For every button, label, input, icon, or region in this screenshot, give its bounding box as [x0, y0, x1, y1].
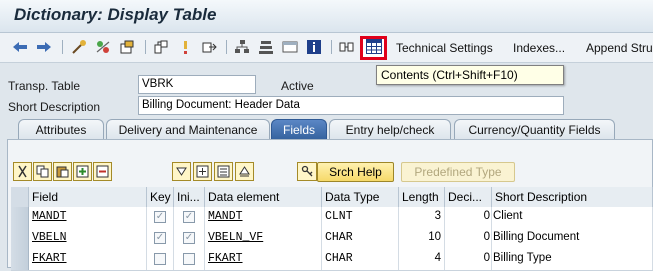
predefined-type-button[interactable]: Predefined Type	[401, 162, 515, 182]
initial-checkbox[interactable]	[183, 253, 195, 265]
window-icon[interactable]	[281, 38, 299, 56]
paste-icon[interactable]	[53, 162, 72, 181]
select-all-cell[interactable]	[11, 187, 29, 207]
column-header-key[interactable]: Key	[147, 187, 174, 207]
column-header-short-description[interactable]: Short Description	[492, 187, 653, 207]
data-type-cell: CLNT	[322, 207, 399, 228]
data-type-cell: CHAR	[322, 249, 399, 270]
contents-button[interactable]	[360, 36, 387, 60]
row-selector[interactable]	[11, 249, 29, 270]
short-description-label: Short Description	[8, 100, 101, 114]
row-selector[interactable]	[11, 207, 29, 228]
initial-checkbox[interactable]: ✓	[183, 211, 195, 223]
sort-icon[interactable]	[235, 162, 254, 181]
tab-entry-help-check[interactable]: Entry help/check	[329, 119, 451, 139]
info-icon[interactable]	[305, 38, 323, 56]
short-description-cell: Client	[492, 207, 653, 228]
length-cell: 3	[399, 207, 445, 228]
data-element-cell[interactable]: MANDT	[205, 207, 322, 228]
toolbar-separator	[331, 40, 332, 54]
tab-currency-quantity-fields[interactable]: Currency/Quantity Fields	[454, 119, 615, 139]
field-name-cell[interactable]: VBELN	[29, 228, 147, 249]
append-structure-button[interactable]: Append Stru	[586, 41, 653, 55]
table-row[interactable]: MANDT ✓ ✓ MANDT CLNT 3 0 Client	[11, 207, 653, 229]
key-checkbox[interactable]: ✓	[154, 211, 166, 223]
key-checkbox[interactable]: ✓	[154, 232, 166, 244]
tab-fields[interactable]: Fields	[271, 119, 327, 139]
toolbar-separator	[226, 40, 227, 54]
technical-settings-icon[interactable]	[338, 38, 356, 56]
initial-cell	[174, 249, 205, 270]
key-cell: ✓	[147, 207, 174, 228]
length-cell: 4	[399, 249, 445, 270]
decimals-cell: 0	[445, 228, 492, 249]
data-type-cell: CHAR	[322, 228, 399, 249]
initial-cell: ✓	[174, 228, 205, 249]
expand-icon[interactable]	[193, 162, 212, 181]
field-name-cell[interactable]: FKART	[29, 249, 147, 270]
contents-tooltip: Contents (Ctrl+Shift+F10)	[376, 65, 564, 85]
other-object-icon[interactable]	[70, 38, 88, 56]
key-checkbox[interactable]	[154, 253, 166, 265]
toolbar-separator	[145, 40, 146, 54]
back-icon[interactable]	[11, 38, 29, 56]
application-toolbar: Technical Settings Indexes... Append Str…	[0, 33, 653, 63]
field-name-cell[interactable]: MANDT	[29, 207, 147, 228]
transp-table-field[interactable]: VBRK	[138, 75, 256, 94]
tab-delivery-and-maintenance[interactable]: Delivery and Maintenance	[106, 119, 270, 139]
initial-checkbox[interactable]: ✓	[183, 232, 195, 244]
copy-icon[interactable]	[33, 162, 52, 181]
length-cell: 10	[399, 228, 445, 249]
toolbar-separator	[62, 40, 63, 54]
title-bar: Dictionary: Display Table	[0, 0, 653, 33]
collapse-icon[interactable]	[172, 162, 191, 181]
short-description-cell: Billing Type	[492, 249, 653, 270]
table-row[interactable]: VBELN ✓ ✓ VBELN_VF CHAR 10 0 Billing Doc…	[11, 228, 653, 250]
search-help-button[interactable]: Srch Help	[317, 162, 394, 182]
short-description-cell: Billing Document	[492, 228, 653, 249]
object-list-icon[interactable]	[200, 38, 218, 56]
key-cell	[147, 249, 174, 270]
initial-cell: ✓	[174, 207, 205, 228]
page-title: Dictionary: Display Table	[14, 5, 217, 24]
hierarchy-icon[interactable]	[233, 38, 251, 56]
column-header-field[interactable]: Field	[29, 187, 147, 207]
activate-icon[interactable]	[118, 38, 136, 56]
cut-icon[interactable]	[13, 162, 32, 181]
tab-strip: Attributes Delivery and Maintenance Fiel…	[0, 119, 653, 139]
indexes-button[interactable]: Indexes...	[513, 41, 565, 55]
column-header-data-element[interactable]: Data element	[205, 187, 322, 207]
short-description-field[interactable]: Billing Document: Header Data	[138, 96, 564, 115]
technical-settings-button[interactable]: Technical Settings	[396, 41, 493, 55]
column-header-initial[interactable]: Ini...	[174, 187, 205, 207]
table-header: Field Key Ini... Data element Data Type …	[11, 187, 653, 208]
display-change-icon[interactable]	[94, 38, 112, 56]
navigate-icon[interactable]	[176, 38, 194, 56]
where-used-icon[interactable]	[152, 38, 170, 56]
display-object-list-icon[interactable]	[257, 38, 275, 56]
delete-row-icon[interactable]	[93, 162, 112, 181]
transp-table-label: Transp. Table	[8, 79, 81, 93]
contents-icon	[365, 39, 382, 57]
column-header-length[interactable]: Length	[399, 187, 445, 207]
column-header-decimals[interactable]: Deci...	[445, 187, 492, 207]
column-header-data-type[interactable]: Data Type	[322, 187, 399, 207]
key-cell: ✓	[147, 228, 174, 249]
insert-row-icon[interactable]	[73, 162, 92, 181]
search-help-icon	[297, 162, 317, 181]
status-text: Active	[281, 79, 314, 93]
forward-icon[interactable]	[35, 38, 53, 56]
data-element-cell[interactable]: VBELN_VF	[205, 228, 322, 249]
decimals-cell: 0	[445, 207, 492, 228]
row-selector[interactable]	[11, 228, 29, 249]
data-element-cell[interactable]: FKART	[205, 249, 322, 270]
details-icon[interactable]	[214, 162, 233, 181]
tab-attributes[interactable]: Attributes	[18, 119, 104, 139]
decimals-cell: 0	[445, 249, 492, 270]
